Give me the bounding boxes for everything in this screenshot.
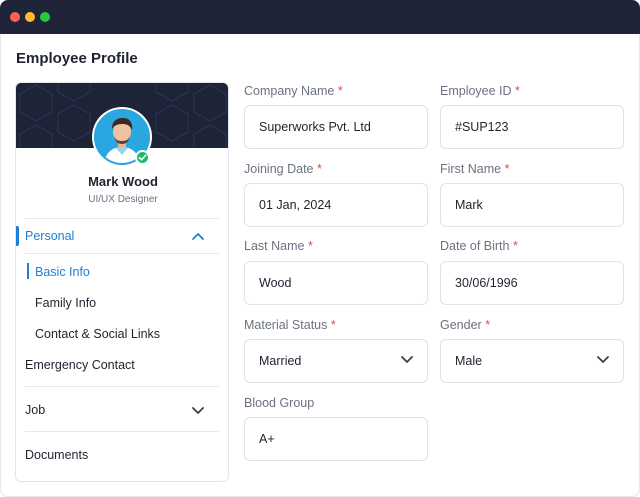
page-title: Employee Profile — [16, 50, 138, 67]
last-name-label: Last Name * — [244, 239, 313, 253]
close-window-button[interactable] — [10, 12, 20, 22]
employee-id-label: Employee ID * — [440, 84, 520, 98]
employee-id-field[interactable]: #SUP123 — [440, 105, 624, 149]
divider — [25, 218, 219, 219]
active-indicator — [16, 226, 19, 246]
date-of-birth-label: Date of Birth * — [440, 239, 518, 253]
marital-status-label: Material Status * — [244, 318, 336, 332]
blood-group-label: Blood Group — [244, 396, 315, 410]
chevron-down-icon — [597, 356, 609, 363]
maximize-window-button[interactable] — [40, 12, 50, 22]
gender-label: Gender * — [440, 318, 491, 332]
first-name-label: First Name * — [440, 162, 510, 176]
nav-personal[interactable]: Personal — [16, 225, 228, 247]
window-titlebar — [0, 0, 640, 34]
chevron-up-icon[interactable] — [192, 232, 204, 240]
nav-emergency-contact[interactable]: Emergency Contact — [25, 358, 135, 372]
divider — [25, 253, 219, 254]
joining-date-label: Joining Date * — [244, 162, 322, 176]
divider — [25, 386, 219, 387]
chevron-down-icon — [401, 356, 413, 363]
date-of-birth-field[interactable]: 30/06/1996 — [440, 261, 624, 305]
sub-active-indicator — [27, 263, 29, 279]
marital-status-select[interactable]: Married — [244, 339, 428, 383]
nav-contact-social-links[interactable]: Contact & Social Links — [35, 327, 160, 341]
company-name-field[interactable]: Superworks Pvt. Ltd — [244, 105, 428, 149]
chevron-down-icon[interactable] — [192, 407, 204, 415]
nav-job[interactable]: Job — [25, 403, 45, 417]
nav-basic-info[interactable]: Basic Info — [35, 265, 90, 279]
company-name-label: Company Name * — [244, 84, 343, 98]
check-icon — [138, 154, 147, 161]
first-name-field[interactable]: Mark — [440, 183, 624, 227]
verified-badge — [135, 150, 150, 165]
nav-family-info[interactable]: Family Info — [35, 296, 96, 310]
profile-name: Mark Wood — [88, 174, 158, 189]
divider — [25, 431, 219, 432]
nav-personal-label: Personal — [25, 229, 75, 243]
profile-role: UI/UX Designer — [88, 194, 158, 205]
nav-documents[interactable]: Documents — [25, 448, 88, 462]
blood-group-field[interactable]: A+ — [244, 417, 428, 461]
minimize-window-button[interactable] — [25, 12, 35, 22]
joining-date-field[interactable]: 01 Jan, 2024 — [244, 183, 428, 227]
profile-card: Mark Wood UI/UX Designer Personal Basic … — [15, 82, 229, 482]
last-name-field[interactable]: Wood — [244, 261, 428, 305]
gender-select[interactable]: Male — [440, 339, 624, 383]
